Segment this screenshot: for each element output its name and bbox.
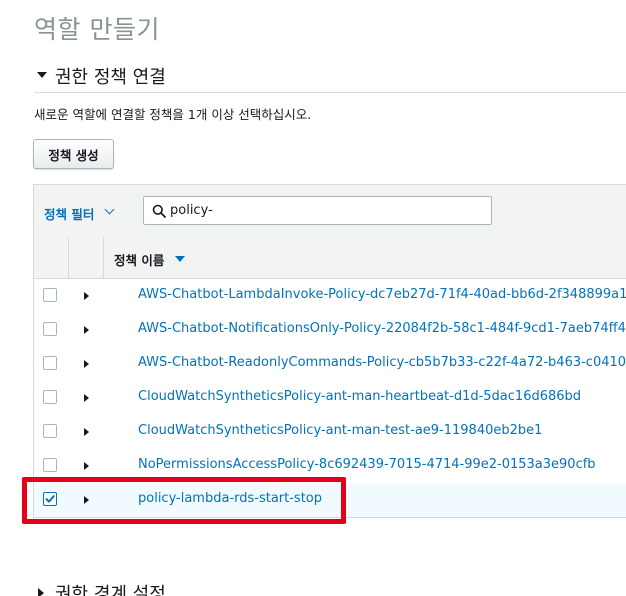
table-row[interactable]: CloudWatchSyntheticsPolicy-ant-man-heart… — [34, 381, 626, 416]
caret-right-icon[interactable] — [84, 462, 89, 470]
create-role-page: 역할 만들기 권한 정책 연결 새로운 역할에 연결할 정책을 1개 이상 선택… — [0, 0, 626, 596]
table-header: 정책 이름 — [34, 237, 626, 279]
policy-name-link[interactable]: AWS-Chatbot-ReadonlyCommands-Policy-cb5b… — [138, 355, 626, 370]
policy-name-link[interactable]: policy-lambda-rds-start-stop — [138, 491, 322, 506]
chevron-down-icon[interactable] — [104, 204, 115, 215]
table-row[interactable]: NoPermissionsAccessPolicy-8c692439-7015-… — [34, 449, 626, 484]
row-checkbox[interactable] — [43, 322, 57, 336]
row-checkbox-checked[interactable] — [43, 492, 57, 506]
column-policy-name[interactable]: 정책 이름 — [114, 250, 164, 269]
policy-name-link[interactable]: AWS-Chatbot-NotificationsOnly-Policy-220… — [138, 321, 626, 336]
caret-right-icon[interactable] — [84, 428, 89, 436]
policy-name-link[interactable]: CloudWatchSyntheticsPolicy-ant-man-test-… — [138, 423, 542, 438]
row-checkbox[interactable] — [43, 458, 57, 472]
caret-right-icon[interactable] — [84, 394, 89, 402]
row-checkbox[interactable] — [43, 356, 57, 370]
table-row-selected[interactable]: policy-lambda-rds-start-stop — [34, 483, 626, 518]
caret-right-icon[interactable] — [84, 496, 89, 504]
filter-bar: 정책 필터 — [34, 185, 626, 238]
caret-down-icon — [37, 72, 47, 78]
filter-policies-dropdown[interactable]: 정책 필터 — [44, 204, 94, 223]
section-description: 새로운 역할에 연결할 정책을 1개 이상 선택하십시오. — [34, 107, 312, 122]
search-icon — [152, 204, 166, 218]
table-row[interactable]: AWS-Chatbot-LambdaInvoke-Policy-dc7eb27d… — [34, 279, 626, 314]
column-divider — [103, 237, 104, 278]
page-title: 역할 만들기 — [34, 15, 160, 44]
row-checkbox[interactable] — [43, 288, 57, 302]
table-row[interactable]: CloudWatchSyntheticsPolicy-ant-man-test-… — [34, 415, 626, 450]
search-box[interactable] — [143, 196, 492, 225]
create-policy-button[interactable]: 정책 생성 — [33, 139, 114, 169]
search-input[interactable] — [170, 199, 480, 222]
checkmark-icon — [45, 495, 55, 503]
section-title: 권한 정책 연결 — [55, 67, 166, 88]
caret-right-icon — [38, 588, 44, 596]
policy-name-link[interactable]: AWS-Chatbot-LambdaInvoke-Policy-dc7eb27d… — [138, 287, 626, 302]
policy-name-link[interactable]: CloudWatchSyntheticsPolicy-ant-man-heart… — [138, 389, 581, 404]
row-checkbox[interactable] — [43, 390, 57, 404]
caret-right-icon[interactable] — [84, 360, 89, 368]
sort-desc-icon[interactable] — [175, 256, 185, 262]
table-row[interactable]: AWS-Chatbot-ReadonlyCommands-Policy-cb5b… — [34, 347, 626, 382]
policy-table: 정책 필터 정책 이름 AWS-Chatbot-LambdaInvoke-Pol… — [33, 184, 626, 518]
permissions-section-header[interactable]: 권한 정책 연결 — [34, 62, 626, 93]
section-title: 권한 경계 설정 — [55, 584, 166, 596]
policy-name-link[interactable]: NoPermissionsAccessPolicy-8c692439-7015-… — [138, 457, 596, 472]
row-checkbox[interactable] — [43, 424, 57, 438]
table-row[interactable]: AWS-Chatbot-NotificationsOnly-Policy-220… — [34, 313, 626, 348]
caret-right-icon[interactable] — [84, 292, 89, 300]
column-divider — [68, 237, 69, 278]
caret-right-icon[interactable] — [84, 326, 89, 334]
